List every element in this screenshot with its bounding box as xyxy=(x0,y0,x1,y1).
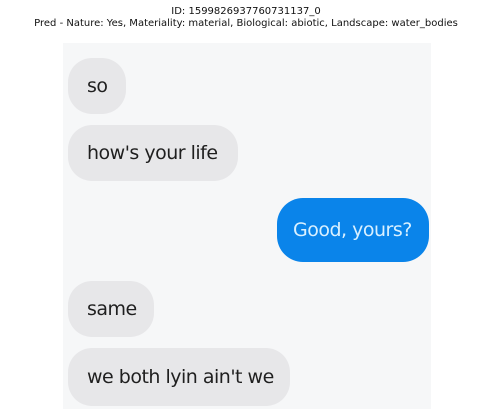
message-bubble-incoming: how's your life xyxy=(68,125,238,181)
message-text: same xyxy=(87,298,137,320)
image-id-text: ID: 1599826937760731137_0 xyxy=(171,6,321,17)
prediction-text: Pred - Nature: Yes, Materiality: materia… xyxy=(34,18,458,29)
message-bubble-incoming: same xyxy=(68,281,154,337)
message-bubble-incoming: so xyxy=(68,58,126,114)
message-text: how's your life xyxy=(87,142,218,164)
message-bubble-outgoing: Good, yours? xyxy=(277,198,429,262)
page: ID: 1599826937760731137_0 Pred - Nature:… xyxy=(0,0,492,418)
message-bubble-incoming: we both lyin ain't we xyxy=(68,348,290,406)
message-text: Good, yours? xyxy=(293,219,412,241)
message-text: so xyxy=(87,75,108,97)
message-text: we both lyin ain't we xyxy=(87,366,274,388)
chat-screenshot: so how's your life Good, yours? same we … xyxy=(63,43,431,409)
image-caption: ID: 1599826937760731137_0 Pred - Nature:… xyxy=(0,6,492,30)
